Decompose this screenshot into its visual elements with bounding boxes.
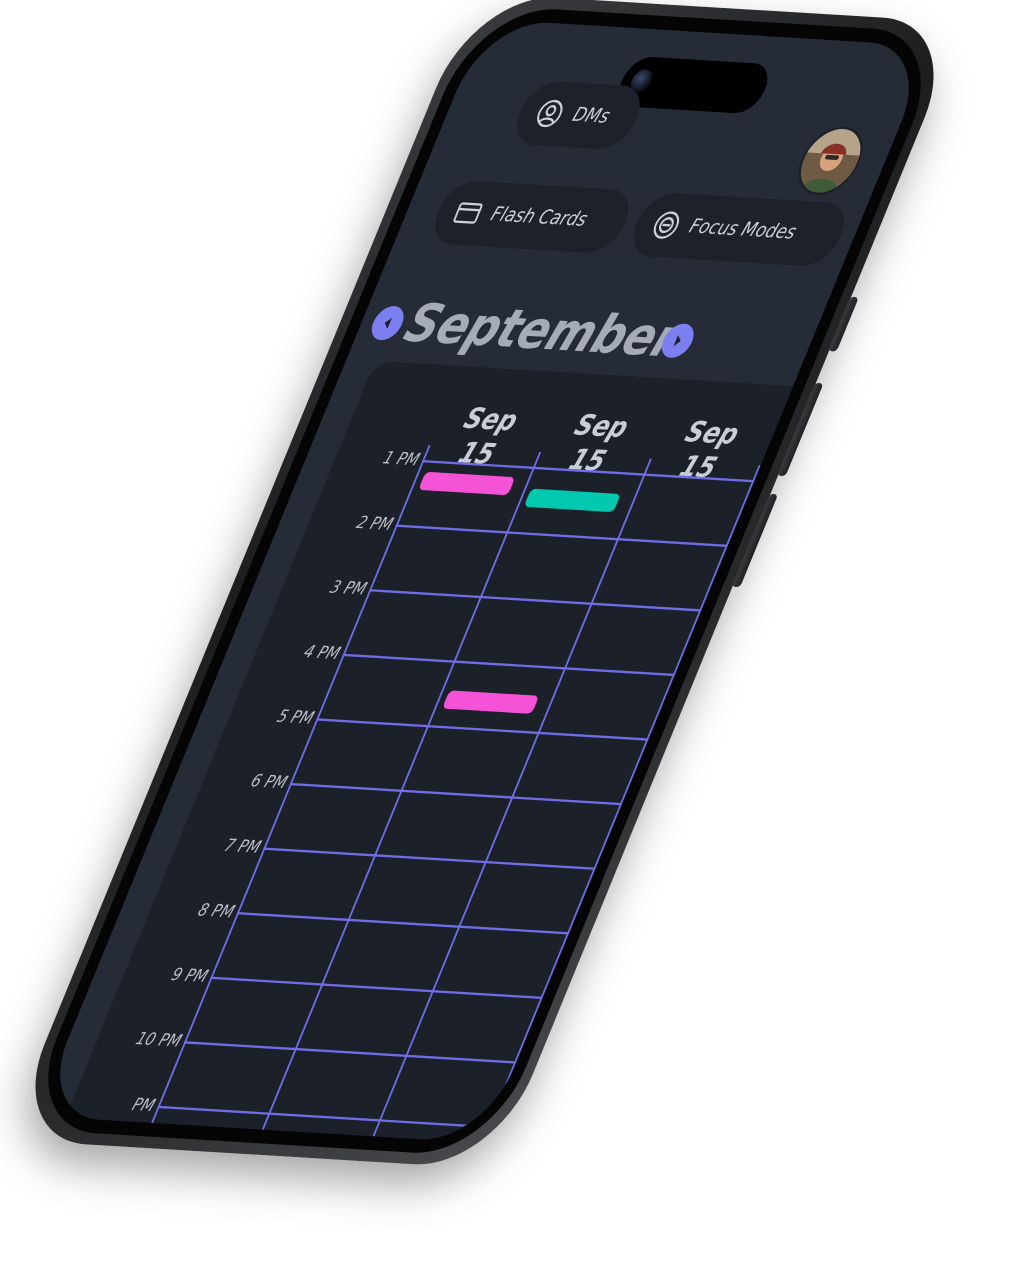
hour-label: 10 PM xyxy=(132,1028,185,1052)
day-header-month: Sep xyxy=(680,414,745,451)
dms-label: DMs xyxy=(569,103,614,129)
flash-cards-button[interactable]: Flash Cards xyxy=(425,179,639,255)
hour-label: 5 PM xyxy=(274,705,318,729)
dms-button[interactable]: DMs xyxy=(507,79,650,151)
flash-cards-label: Flash Cards xyxy=(487,203,591,232)
hour-label: 6 PM xyxy=(247,770,291,793)
day-header-month: Sep xyxy=(459,401,523,438)
month-title: September xyxy=(396,291,689,369)
focus-modes-button[interactable]: Focus Modes xyxy=(623,191,854,268)
chevron-left-icon xyxy=(384,317,392,329)
hour-label: 3 PM xyxy=(327,576,371,600)
hour-label: 8 PM xyxy=(194,899,238,922)
phone-device: DMs Flash Cards Focus Modes September Se… xyxy=(5,0,964,1170)
user-circle-icon xyxy=(537,99,563,128)
hour-label: 7 PM xyxy=(221,834,265,858)
hour-label: PM xyxy=(129,1094,159,1116)
credit-card-icon xyxy=(453,202,483,224)
chevron-right-icon xyxy=(673,334,681,347)
avatar[interactable] xyxy=(788,125,874,197)
user-avatar-icon xyxy=(790,127,871,195)
hour-label: 4 PM xyxy=(300,641,344,664)
hour-label: 2 PM xyxy=(353,512,397,535)
app-screen: DMs Flash Cards Focus Modes September Se… xyxy=(36,19,933,1143)
hour-label: 1 PM xyxy=(379,447,423,470)
hour-label: 9 PM xyxy=(168,964,212,987)
focus-target-icon xyxy=(653,211,680,239)
stage: DMs Flash Cards Focus Modes September Se… xyxy=(0,0,1021,1280)
day-header-month: Sep xyxy=(569,408,634,445)
focus-modes-label: Focus Modes xyxy=(685,215,800,245)
